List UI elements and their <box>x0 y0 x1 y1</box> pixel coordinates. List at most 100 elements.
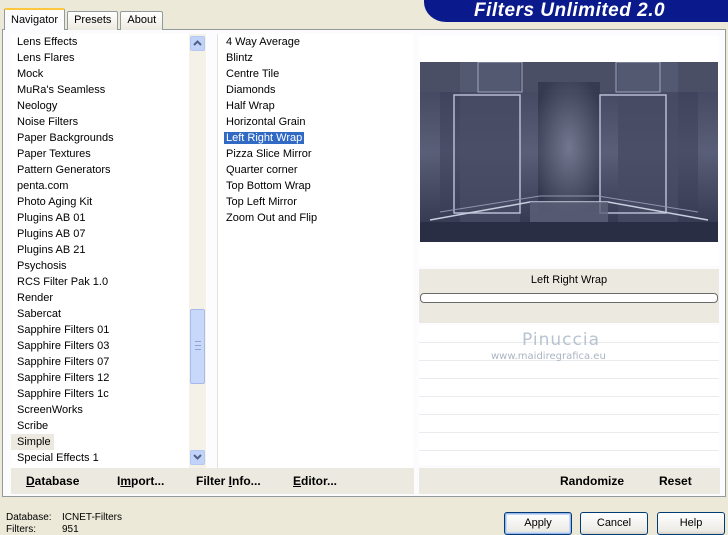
filter-label: Diamonds <box>226 84 276 96</box>
filter-item[interactable]: Pizza Slice Mirror <box>218 146 413 162</box>
scroll-thumb[interactable] <box>190 309 205 384</box>
filter-item[interactable]: Left Right Wrap <box>218 130 413 146</box>
category-item[interactable]: MuRa's Seamless <box>11 82 207 98</box>
category-item[interactable]: Special Effects 1 <box>11 450 207 466</box>
filter-label: Horizontal Grain <box>226 116 306 128</box>
category-label: Lens Effects <box>17 36 78 48</box>
category-item[interactable]: Paper Textures <box>11 146 207 162</box>
category-item[interactable]: Scribe <box>11 418 207 434</box>
category-label: Plugins AB 07 <box>17 228 86 240</box>
category-scrollbar[interactable] <box>189 34 206 468</box>
filter-info-label: nfo... <box>232 474 261 488</box>
editor-button[interactable]: Editor... <box>293 474 337 488</box>
category-item[interactable]: Lens Flares <box>11 50 207 66</box>
scroll-up-button[interactable] <box>190 36 205 51</box>
scroll-down-button[interactable] <box>190 450 205 465</box>
category-item[interactable]: RCS Filter Pak 1.0 <box>11 274 207 290</box>
category-label: Photo Aging Kit <box>17 196 93 208</box>
category-item[interactable]: Paper Backgrounds <box>11 130 207 146</box>
category-item[interactable]: Plugins AB 07 <box>11 226 207 242</box>
watermark-url: www.maidiregrafica.eu <box>491 351 606 362</box>
filter-item[interactable]: Centre Tile <box>218 66 413 82</box>
category-label: Mock <box>17 68 44 80</box>
cancel-button[interactable]: Cancel <box>580 512 648 535</box>
import-accel: m <box>120 474 132 488</box>
bottom-toolbar: Database Import... Filter Info... Editor… <box>11 468 414 494</box>
category-item[interactable]: Noise Filters <box>11 114 207 130</box>
filter-item[interactable]: Diamonds <box>218 82 413 98</box>
category-label: Neology <box>17 100 58 112</box>
category-item[interactable]: ScreenWorks <box>11 402 207 418</box>
category-label: Lens Flares <box>17 52 75 64</box>
filter-list[interactable]: 4 Way Average Blintz Centre Tile Diamonds Ha… <box>217 34 413 468</box>
category-label: Plugins AB 01 <box>17 212 86 224</box>
filter-item[interactable]: Zoom Out and Flip <box>218 210 413 226</box>
tab-presets[interactable]: Presets <box>67 11 119 30</box>
filter-item[interactable]: Quarter corner <box>218 162 413 178</box>
category-item[interactable]: Render <box>11 290 207 306</box>
category-item[interactable]: Pattern Generators <box>11 162 207 178</box>
category-item[interactable]: penta.com <box>11 178 207 194</box>
category-item[interactable]: Photo Aging Kit <box>11 194 207 210</box>
parameter-row <box>419 379 719 397</box>
filter-item[interactable]: Half Wrap <box>218 98 413 114</box>
apply-button[interactable]: Apply <box>504 512 572 535</box>
status-info: Database: ICNET-Filters Filters: 951 <box>6 512 122 535</box>
category-label: Scribe <box>17 420 49 432</box>
preview-toolbar: Randomize Reset <box>419 468 720 494</box>
filter-item[interactable]: Top Left Mirror <box>218 194 413 210</box>
filter-info-button[interactable]: Filter Info... <box>196 474 261 488</box>
category-label: Special Effects 1 <box>17 452 99 464</box>
category-label: Sapphire Filters 07 <box>17 356 110 368</box>
editor-label: ditor... <box>301 474 338 488</box>
category-label: Simple <box>11 434 54 450</box>
category-item[interactable]: Sapphire Filters 03 <box>11 338 207 354</box>
parameter-row <box>419 433 719 451</box>
category-item[interactable]: Sapphire Filters 07 <box>11 354 207 370</box>
category-item[interactable]: Mock <box>11 66 207 82</box>
filter-label: Half Wrap <box>226 100 275 112</box>
filter-item[interactable]: 4 Way Average <box>218 34 413 50</box>
chevron-up-icon <box>193 40 202 46</box>
database-button[interactable]: Database <box>26 474 79 488</box>
filter-label: Blintz <box>226 52 253 64</box>
filter-item[interactable]: Top Bottom Wrap <box>218 178 413 194</box>
filter-label: 4 Way Average <box>226 36 300 48</box>
filter-item[interactable]: Horizontal Grain <box>218 114 413 130</box>
category-item[interactable]: Sapphire Filters 01 <box>11 322 207 338</box>
category-label: Pattern Generators <box>17 164 111 176</box>
database-label: atabase <box>34 474 80 488</box>
filter-label: Pizza Slice Mirror <box>226 148 312 160</box>
help-button[interactable]: Help <box>657 512 725 535</box>
category-label: MuRa's Seamless <box>17 84 106 96</box>
reset-button[interactable]: Reset <box>659 474 692 488</box>
category-item[interactable]: Simple <box>11 434 207 450</box>
filter-label: Centre Tile <box>226 68 280 80</box>
filter-item[interactable]: Blintz <box>218 50 413 66</box>
category-item[interactable]: Lens Effects <box>11 34 207 50</box>
category-item[interactable]: Psychosis <box>11 258 207 274</box>
import-button[interactable]: Import... <box>117 474 164 488</box>
category-item[interactable]: Plugins AB 21 <box>11 242 207 258</box>
category-label: ScreenWorks <box>17 404 83 416</box>
category-item[interactable]: Sapphire Filters 1c <box>11 386 207 402</box>
editor-accel: E <box>293 474 302 488</box>
randomize-button[interactable]: Randomize <box>560 474 624 488</box>
app-title: Filters Unlimited 2.0 <box>474 0 666 21</box>
category-item[interactable]: Sabercat <box>11 306 207 322</box>
tab-navigator[interactable]: Navigator <box>4 8 66 30</box>
tab-about[interactable]: About <box>120 11 164 30</box>
progress-bar <box>420 293 718 303</box>
category-item[interactable]: Neology <box>11 98 207 114</box>
filter-info-label-pre: Filter <box>196 474 229 488</box>
parameter-row <box>419 415 719 433</box>
tab-bar: Navigator Presets About <box>4 8 165 30</box>
category-item[interactable]: Sapphire Filters 12 <box>11 370 207 386</box>
current-filter-name: Left Right Wrap <box>530 274 608 286</box>
category-list[interactable]: Lens Effects Lens Flares Mock MuRa's Seamle… <box>11 34 207 468</box>
watermark-name: Pinuccia <box>522 330 600 350</box>
category-label: Sapphire Filters 1c <box>17 388 109 400</box>
parameter-row <box>419 361 719 379</box>
database-accel: D <box>26 474 35 488</box>
category-item[interactable]: Plugins AB 01 <box>11 210 207 226</box>
